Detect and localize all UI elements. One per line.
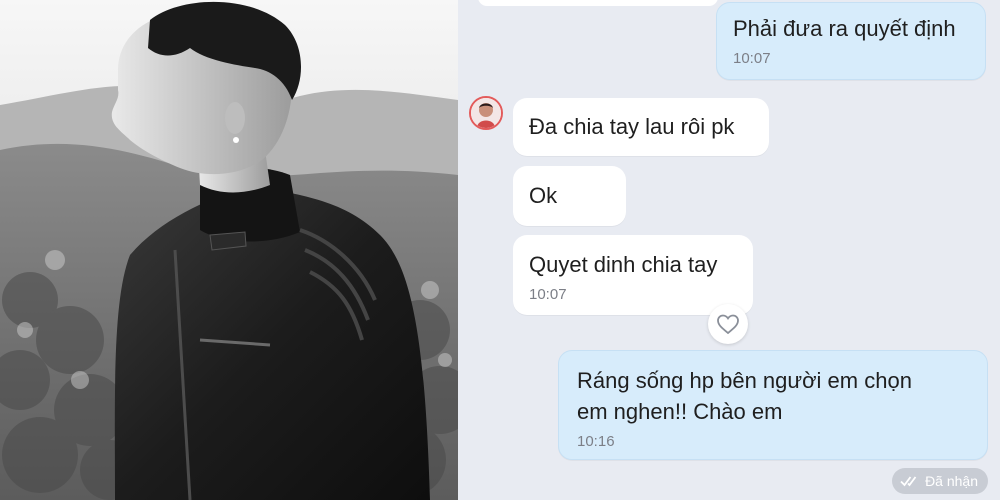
message-text: Ok <box>529 183 558 208</box>
incoming-message[interactable]: Đa chia tay lau rôi pk <box>513 98 769 156</box>
incoming-message[interactable]: Ok <box>513 166 626 226</box>
message-time: 10:07 <box>733 50 771 67</box>
avatar-image <box>471 98 501 128</box>
portrait-illustration <box>0 0 458 500</box>
outgoing-message[interactable]: Phải đưa ra quyết định 10:07 <box>716 2 986 80</box>
react-button[interactable] <box>708 304 748 344</box>
message-time: 10:07 <box>529 286 567 303</box>
avatar[interactable] <box>469 96 503 130</box>
outgoing-message[interactable]: Ráng sống hp bên người em chọn em nghen!… <box>558 350 988 460</box>
delivery-status: Đã nhận <box>892 468 988 494</box>
message-text: Phải đưa ra quyết định <box>733 16 956 41</box>
message-text: Quyet dinh chia tay <box>529 252 718 277</box>
status-text: Đã nhận <box>925 473 978 489</box>
chat-panel: Phải đưa ra quyết định 10:07 Đa chia tay… <box>458 0 1000 500</box>
heart-icon <box>717 314 739 335</box>
previous-message-edge <box>478 0 718 6</box>
message-time: 10:16 <box>577 433 615 450</box>
message-text: Đa chia tay lau rôi pk <box>529 114 735 139</box>
portrait-photo <box>0 0 458 500</box>
double-check-icon <box>900 476 917 487</box>
incoming-message[interactable]: Quyet dinh chia tay 10:07 <box>513 235 753 315</box>
message-text: Ráng sống hp bên người em chọn em nghen!… <box>577 368 912 424</box>
screenshot-collage: Phải đưa ra quyết định 10:07 Đa chia tay… <box>0 0 1000 500</box>
